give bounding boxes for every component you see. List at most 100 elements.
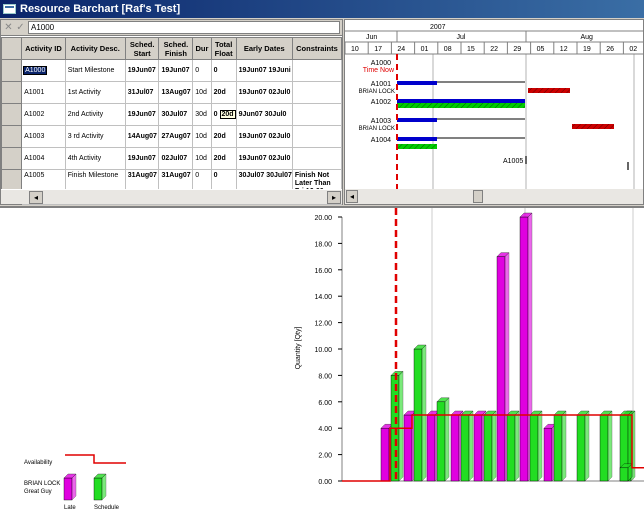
cell-total-float[interactable]: 20d xyxy=(210,125,237,148)
cell-total-float[interactable]: 0 xyxy=(210,59,237,82)
cell-activity-desc[interactable]: 2nd Activity xyxy=(64,103,126,126)
activity-label: A1004 xyxy=(371,137,391,144)
scroll-left-arrow-icon[interactable]: ◂ xyxy=(346,190,358,203)
cell-activity-id[interactable]: A1004 xyxy=(21,147,66,170)
column-header[interactable]: Activity Desc. xyxy=(64,37,126,60)
legend-resource-desc: Great Guy xyxy=(24,489,52,495)
scroll-right-arrow-icon[interactable]: ▸ xyxy=(327,191,341,204)
cell-sched-start[interactable]: 14Aug07 xyxy=(124,125,160,148)
cell-sched-start[interactable]: 19Jun07 xyxy=(124,103,160,126)
cell-total-float[interactable]: 0 20d xyxy=(210,103,237,126)
gantt-chart-pane: 2007 Jun Jul Aug 10 17 24 01 08 15 22 29 05 12 19 26 02 A… xyxy=(344,19,644,205)
table-row[interactable]: A1001 1st Activity 31Jul07 13Aug07 10d 2… xyxy=(0,81,343,104)
row-selector[interactable] xyxy=(0,81,23,104)
application-window: Resource Barchart [Raf's Test] ✕ ✓ Activ… xyxy=(0,0,644,518)
cell-sched-finish[interactable]: 30Jul07 xyxy=(158,103,194,126)
gantt-chart[interactable]: 2007 Jun Jul Aug 10 17 24 01 08 15 22 29 05 12 19 26 02 A… xyxy=(345,20,644,190)
table-row[interactable]: A1003 3 rd Activity 14Aug07 27Aug07 10d … xyxy=(0,125,343,148)
column-header[interactable]: Sched. Start xyxy=(124,37,160,60)
y-tick-label: 6.00 xyxy=(318,400,332,407)
late-bar-front xyxy=(426,414,436,482)
cell-edit-input[interactable] xyxy=(28,21,340,34)
cell-sched-finish[interactable]: 02Jul07 xyxy=(158,147,194,170)
cell-dur[interactable]: 0 xyxy=(192,59,212,82)
column-header[interactable]: Total Float xyxy=(210,37,237,60)
column-header[interactable]: Sched. Finish xyxy=(158,37,194,60)
cell-dur[interactable]: 10d xyxy=(192,125,212,148)
late-bar xyxy=(572,124,614,129)
cell-activity-desc[interactable]: 1st Activity xyxy=(64,81,126,104)
late-bar-front xyxy=(496,256,506,482)
scroll-thumb[interactable] xyxy=(473,190,483,203)
cell-constraints[interactable] xyxy=(291,59,343,82)
scroll-left-arrow-icon[interactable]: ◂ xyxy=(29,191,43,204)
cell-activity-id[interactable]: A1001 xyxy=(21,81,66,104)
schedule-bar xyxy=(506,410,520,482)
cell-activity-id[interactable]: A1000 xyxy=(21,59,66,82)
cell-dur[interactable]: 10d xyxy=(192,147,212,170)
schedule-bar xyxy=(599,410,613,482)
accept-edit-icon[interactable]: ✓ xyxy=(15,22,26,33)
cell-early-dates[interactable]: 9Jun07 30Jul0 xyxy=(235,103,293,126)
row-selector[interactable] xyxy=(0,125,23,148)
day-label: 15 xyxy=(467,46,475,53)
cell-dur[interactable]: 30d xyxy=(192,103,212,126)
cell-dur[interactable]: 10d xyxy=(192,81,212,104)
cell-early-dates[interactable]: 19Jun07 02Jul0 xyxy=(235,81,293,104)
y-tick-label: 20.00 xyxy=(314,215,332,222)
cell-total-float[interactable]: 20d xyxy=(210,147,237,170)
cell-sched-start[interactable]: 19Jun07 xyxy=(124,59,160,82)
legend-late-label: Late xyxy=(64,505,76,511)
y-tick-label: 12.00 xyxy=(314,321,332,328)
table-row[interactable]: A1000 Start Milestone 19Jun07 19Jun07 0 … xyxy=(0,59,343,82)
y-tick-label: 16.00 xyxy=(314,268,332,275)
cell-total-float[interactable]: 20d xyxy=(210,81,237,104)
cancel-edit-icon[interactable]: ✕ xyxy=(3,22,14,33)
row-selector[interactable] xyxy=(0,147,23,170)
column-header[interactable]: Early Dates xyxy=(235,37,293,60)
cell-constraints[interactable] xyxy=(291,147,343,170)
row-selector[interactable] xyxy=(0,59,23,82)
row-selector-header[interactable] xyxy=(0,37,23,60)
progress-bar xyxy=(397,118,437,122)
day-label: 26 xyxy=(606,46,614,53)
activity-label: A1002 xyxy=(371,99,391,106)
cell-sched-finish[interactable]: 13Aug07 xyxy=(158,81,194,104)
schedule-bar-front xyxy=(599,414,609,482)
cell-early-dates[interactable]: 19Jun07 19Juni xyxy=(235,59,293,82)
resource-histogram[interactable]: 0.00 2.00 4.00 6.00 8.00 10.00 12.00 14.00 16.00… xyxy=(0,208,644,518)
legend-late-swatch-side xyxy=(71,473,77,501)
column-header[interactable]: Dur xyxy=(192,37,212,60)
progress-bar xyxy=(397,99,525,103)
cell-activity-id[interactable]: A1002 xyxy=(21,103,66,126)
day-label: 01 xyxy=(421,46,429,53)
gantt-horizontal-scrollbar[interactable]: ◂ xyxy=(345,189,643,204)
activity-label: A1000 xyxy=(371,60,391,67)
cell-activity-id[interactable]: A1003 xyxy=(21,125,66,148)
schedule-bar-side xyxy=(491,410,497,482)
cell-sched-start[interactable]: 19Jun07 xyxy=(124,147,160,170)
cell-activity-desc[interactable]: 4th Activity xyxy=(64,147,126,170)
schedule-bar xyxy=(483,410,497,482)
cell-constraints[interactable] xyxy=(291,81,343,104)
cell-constraints[interactable] xyxy=(291,125,343,148)
cell-sched-finish[interactable]: 19Jun07 xyxy=(158,59,194,82)
row-selector[interactable] xyxy=(0,103,23,126)
column-header[interactable]: Constraints xyxy=(291,37,343,60)
cell-activity-desc[interactable]: 3 rd Activity xyxy=(64,125,126,148)
selected-cell-value[interactable]: A1000 xyxy=(23,66,48,75)
schedule-bar-side xyxy=(561,410,567,482)
cell-activity-desc[interactable]: Start Milestone xyxy=(64,59,126,82)
grid-horizontal-scrollbar[interactable]: ◂ ▸ xyxy=(1,189,342,204)
cell-sched-start[interactable]: 31Jul07 xyxy=(124,81,160,104)
critical-bar xyxy=(397,144,437,149)
cell-sched-finish[interactable]: 27Aug07 xyxy=(158,125,194,148)
table-row[interactable]: A1002 2nd Activity 19Jun07 30Jul07 30d 0… xyxy=(0,103,343,126)
title-bar[interactable]: Resource Barchart [Raf's Test] xyxy=(0,0,644,18)
column-header[interactable]: Activity ID xyxy=(21,37,66,60)
cell-early-dates[interactable]: 19Jun07 02Jul0 xyxy=(235,125,293,148)
cell-early-dates[interactable]: 19Jun07 02Jul0 xyxy=(235,147,293,170)
table-row[interactable]: A1004 4th Activity 19Jun07 02Jul07 10d 2… xyxy=(0,147,343,170)
cell-constraints[interactable] xyxy=(291,103,343,126)
schedule-bar xyxy=(619,463,633,482)
